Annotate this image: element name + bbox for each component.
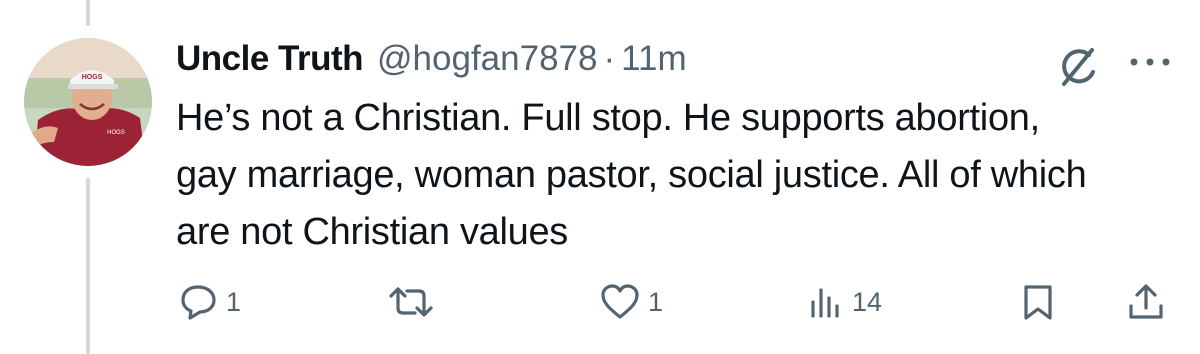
user-handle[interactable]: @hogfan7878 (377, 39, 597, 79)
grok-icon[interactable] (1056, 42, 1106, 92)
share-button[interactable] (1126, 282, 1166, 322)
tweet-header: Uncle Truth @hogfan7878 · 11m (176, 34, 687, 84)
bookmark-button[interactable] (1018, 282, 1058, 322)
views-count: 14 (852, 286, 883, 317)
repost-icon (386, 282, 436, 322)
separator-dot: · (603, 39, 616, 78)
more-icon[interactable] (1128, 52, 1172, 72)
reply-count: 1 (226, 286, 242, 317)
like-count: 1 (648, 286, 664, 317)
timestamp[interactable]: 11m (621, 39, 687, 79)
tweet-text: He’s not a Christian. Full stop. He supp… (176, 97, 1087, 253)
share-icon (1126, 282, 1166, 322)
display-name[interactable]: Uncle Truth (176, 39, 364, 79)
repost-button[interactable] (386, 282, 442, 322)
like-icon (598, 282, 642, 322)
avatar-shirt-text: HOGS (107, 130, 125, 136)
like-button[interactable]: 1 (598, 282, 663, 322)
thread-line-top (86, 0, 90, 26)
avatar-cap-text: HOGS (82, 74, 103, 81)
bookmark-icon (1018, 282, 1058, 322)
reply-icon (178, 282, 220, 322)
views-button[interactable]: 14 (806, 282, 882, 322)
reply-button[interactable]: 1 (178, 282, 241, 322)
avatar[interactable]: HOGS HOGS (24, 38, 152, 166)
thread-line-bottom (86, 178, 90, 354)
views-icon (806, 282, 846, 322)
